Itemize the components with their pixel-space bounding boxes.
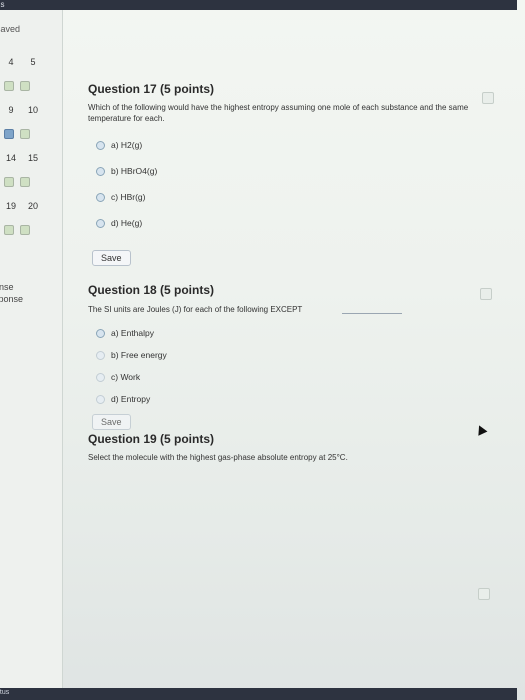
status-bar-label: ntus [0,689,10,696]
question-navigator: saved 4 5 9 10 [0,10,63,700]
radio-button[interactable] [96,328,105,338]
nav-question-number[interactable]: 4 [0,57,22,67]
answer-option-label: b) Free energy [111,350,167,360]
top-bar: ns [0,0,517,10]
answered-icon[interactable] [20,129,30,139]
nav-row: 9 10 [0,98,60,122]
nav-row: 14 15 [0,146,60,170]
save-button[interactable]: Save [92,250,131,266]
answer-option[interactable]: a) Enthalpy [96,328,154,338]
nav-row: 4 5 [0,50,60,74]
answer-option-label: c) HBr(g) [111,192,146,202]
status-bar: ntus [0,688,517,700]
question-17-text: Which of the following would have the hi… [88,102,508,124]
radio-button[interactable] [96,140,105,150]
radio-button[interactable] [96,350,105,360]
current-question-icon[interactable] [4,129,14,139]
answer-option[interactable]: d) Entropy [96,394,150,404]
nav-question-number[interactable]: 19 [0,201,22,211]
answered-icon[interactable] [4,177,14,187]
radio-button[interactable] [96,192,105,202]
sidebar-section-label: onse [0,282,14,292]
answer-option-label: c) Work [111,372,141,382]
nav-icons-row [0,170,60,194]
question-19-title: Question 19 (5 points) [88,432,215,446]
flag-icon[interactable] [480,288,492,300]
save-button[interactable]: Save [92,414,131,430]
answer-option[interactable]: a) H2(g) [96,140,142,150]
blank-line [342,313,402,314]
answer-option[interactable]: b) Free energy [96,350,167,360]
answered-icon[interactable] [20,225,30,235]
radio-button[interactable] [96,394,105,404]
answer-option-label: a) H2(g) [111,140,143,150]
nav-icons-row [0,74,60,98]
saved-status: saved [0,24,21,34]
sidebar-section-label: sponse [0,294,24,304]
answered-icon[interactable] [4,225,14,235]
answer-option[interactable]: b) HBrO4(g) [96,166,157,176]
top-bar-label: ns [0,0,5,9]
nav-icons-row [0,218,60,242]
flag-icon[interactable] [478,588,490,600]
screen: ns saved 4 5 9 10 [0,0,525,700]
answered-icon[interactable] [20,177,30,187]
answer-option-label: b) HBrO4(g) [111,166,158,176]
flag-icon[interactable] [482,92,494,104]
answered-icon[interactable] [4,81,14,91]
nav-question-number[interactable]: 15 [22,153,44,163]
answer-option[interactable]: c) Work [96,372,140,382]
nav-question-number[interactable]: 14 [0,153,22,163]
answer-option[interactable]: c) HBr(g) [96,192,145,202]
question-18-title: Question 18 (5 points) [88,283,215,297]
question-17-text-line: Which of the following would have the hi… [88,103,469,112]
radio-button[interactable] [96,166,105,176]
answered-icon[interactable] [20,81,30,91]
nav-row: 19 20 [0,194,60,218]
question-grid: 4 5 9 10 14 15 19 20 [0,50,60,242]
question-18-text: The SI units are Joules (J) for each of … [88,305,303,314]
nav-question-number[interactable]: 20 [22,201,44,211]
nav-question-number[interactable]: 5 [22,57,44,67]
nav-question-number[interactable]: 10 [22,105,44,115]
answer-option-label: d) He(g) [111,218,143,228]
radio-button[interactable] [96,372,105,382]
nav-question-number[interactable]: 9 [0,105,22,115]
quiz-page: ns saved 4 5 9 10 [0,0,525,700]
nav-icons-row [0,122,60,146]
answer-option[interactable]: d) He(g) [96,218,142,228]
answer-option-label: d) Entropy [111,394,151,404]
question-19-text: Select the molecule with the highest gas… [88,453,348,462]
answer-option-label: a) Enthalpy [111,328,154,338]
question-17-text-line: temperature for each. [88,114,165,123]
mouse-cursor-icon [474,423,488,436]
question-17-title: Question 17 (5 points) [88,82,215,96]
radio-button[interactable] [96,218,105,228]
